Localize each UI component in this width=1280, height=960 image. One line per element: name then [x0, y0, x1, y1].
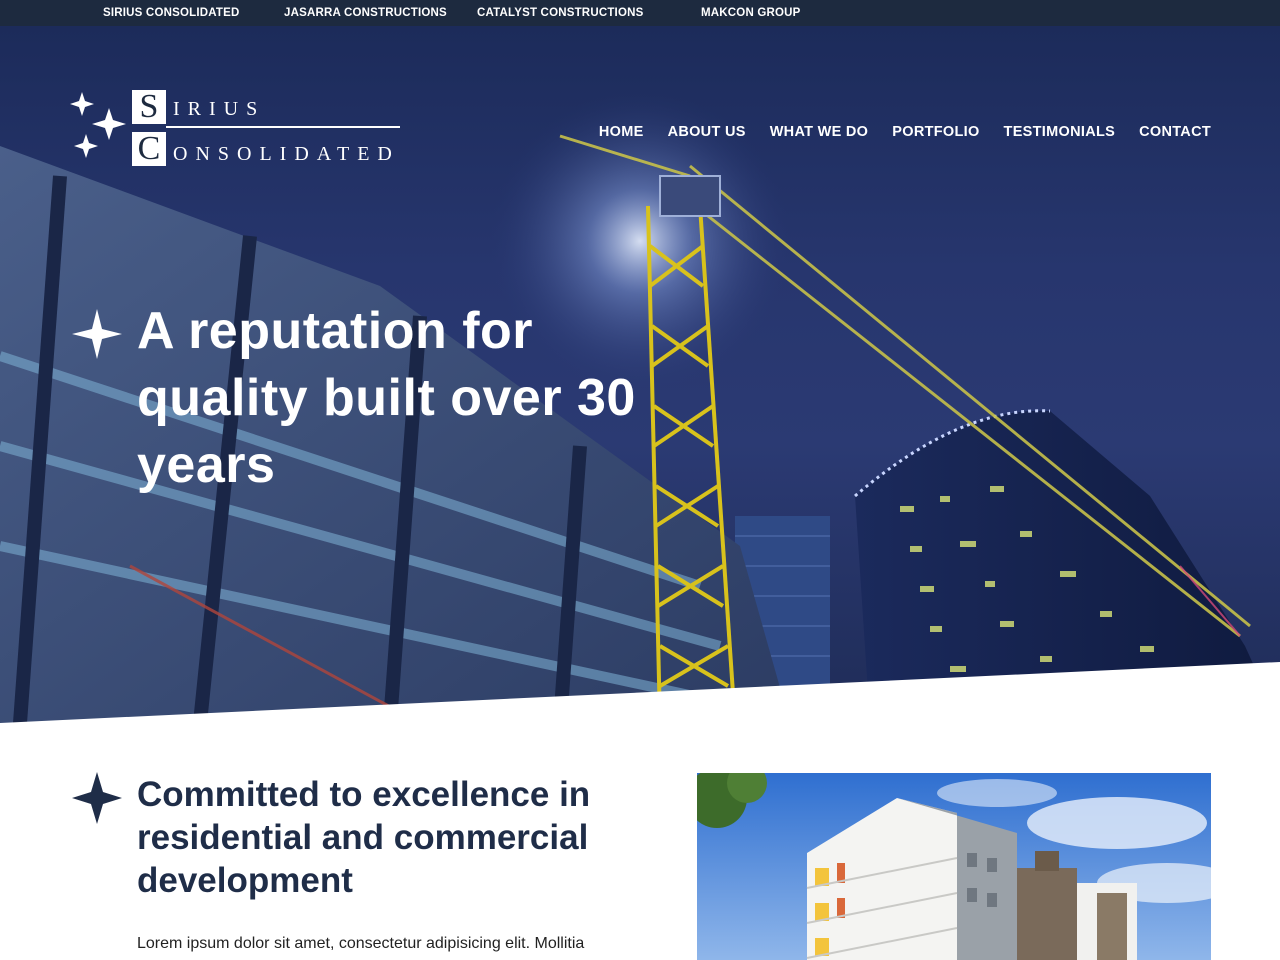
logo-divider [166, 126, 400, 128]
hero-banner: S IRIUS C ONSOLIDATED HOME ABOUT US WHAT… [0, 26, 1280, 723]
main-navigation: HOME ABOUT US WHAT WE DO PORTFOLIO TESTI… [599, 124, 1211, 140]
hero-headline: A reputation for quality built over 30 y… [137, 302, 636, 494]
nav-contact[interactable]: CONTACT [1139, 124, 1211, 140]
logo-word-sirius: IRIUS [173, 98, 266, 120]
company-link-catalyst[interactable]: CATALYST CONSTRUCTIONS [477, 0, 643, 26]
company-link-makcon[interactable]: MAKCON GROUP [701, 0, 801, 26]
nav-what-we-do[interactable]: WHAT WE DO [770, 124, 869, 140]
four-point-star-icon [72, 772, 122, 824]
logo-initial-c: C [132, 132, 166, 166]
apartment-building-photo [697, 773, 1211, 960]
nav-home[interactable]: HOME [599, 124, 644, 140]
intro-heading: Committed to excellence in residential a… [137, 775, 591, 900]
site-logo[interactable]: S IRIUS C ONSOLIDATED [70, 88, 410, 170]
nav-portfolio[interactable]: PORTFOLIO [892, 124, 979, 140]
logo-word-consolidated: ONSOLIDATED [173, 143, 400, 165]
nav-about-us[interactable]: ABOUT US [668, 124, 746, 140]
nav-testimonials[interactable]: TESTIMONIALS [1004, 124, 1116, 140]
company-link-sirius[interactable]: SIRIUS CONSOLIDATED [103, 0, 239, 26]
apartment-building-image [697, 773, 1211, 960]
logo-stars-icon [70, 92, 126, 158]
company-link-jasarra[interactable]: JASARRA CONSTRUCTIONS [284, 0, 447, 26]
intro-paragraph: Lorem ipsum dolor sit amet, consectetur … [137, 935, 585, 952]
logo-initial-s: S [132, 90, 166, 124]
four-point-star-icon [72, 309, 122, 359]
company-bar: SIRIUS CONSOLIDATED JASARRA CONSTRUCTION… [0, 0, 1280, 26]
